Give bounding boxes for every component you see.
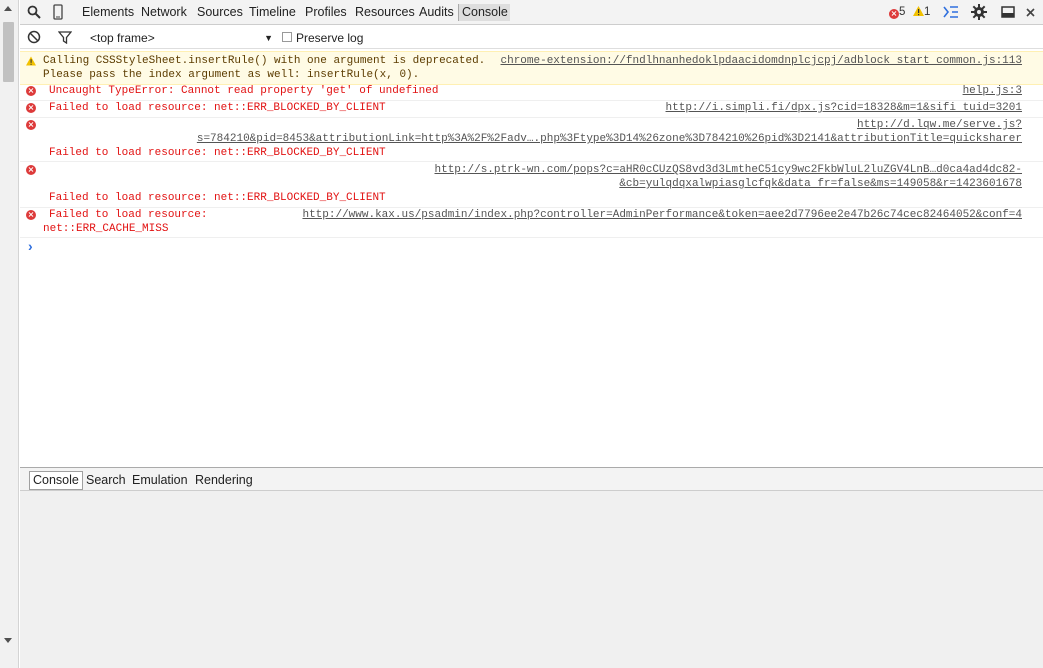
scroll-up-arrow-icon[interactable] xyxy=(4,6,12,11)
scrollbar-thumb[interactable] xyxy=(3,22,14,82)
show-drawer-icon[interactable] xyxy=(942,3,960,21)
error-count: 5 xyxy=(899,6,906,18)
tab-network[interactable]: Network xyxy=(141,5,187,20)
tab-sources[interactable]: Sources xyxy=(197,5,243,20)
dock-side-icon[interactable] xyxy=(999,3,1017,21)
frame-select[interactable]: <top frame> ▼ xyxy=(90,31,275,45)
console-message-error: × Failed to load resource: http://www.ka… xyxy=(20,207,1043,238)
console-toolbar: <top frame> ▼ Preserve log xyxy=(20,25,1043,49)
drawer-tab-emulation[interactable]: Emulation xyxy=(132,473,188,488)
console-message-warning: Calling CSSStyleSheet.insertRule() with … xyxy=(20,51,1043,85)
filter-icon[interactable] xyxy=(56,28,74,46)
drawer-tab-rendering[interactable]: Rendering xyxy=(195,473,253,488)
tab-elements[interactable]: Elements xyxy=(82,5,134,20)
close-icon[interactable] xyxy=(1021,3,1039,21)
source-link[interactable]: http://d.lqw.me/serve.js? xyxy=(857,118,1022,132)
error-count-badge[interactable]: × 5 xyxy=(889,5,905,20)
console-message-error: × http://d.lqw.me/serve.js? s=784210&pid… xyxy=(20,117,1043,162)
message-text: Please pass the index argument as well: … xyxy=(43,69,420,81)
message-text: Failed to load resource: net::ERR_BLOCKE… xyxy=(49,192,386,204)
console-message-error: × Failed to load resource: net::ERR_BLOC… xyxy=(20,100,1043,118)
scroll-down-arrow-icon[interactable] xyxy=(4,638,12,643)
tab-profiles[interactable]: Profiles xyxy=(305,5,347,20)
drawer-tab-console[interactable]: Console xyxy=(29,471,83,490)
console-prompt[interactable]: › xyxy=(28,238,33,254)
source-link[interactable]: help.js:3 xyxy=(963,84,1022,98)
error-icon: × xyxy=(26,165,36,175)
warning-icon xyxy=(913,6,924,16)
message-text: Calling CSSStyleSheet.insertRule() with … xyxy=(43,55,486,67)
source-link[interactable]: http://s.ptrk-wn.com/pops?c=aHR0cCUzQS8v… xyxy=(435,163,1023,177)
preserve-log-checkbox[interactable] xyxy=(282,32,292,42)
device-mode-icon[interactable] xyxy=(49,3,67,21)
tab-resources[interactable]: Resources xyxy=(355,5,415,20)
error-icon: × xyxy=(26,120,36,130)
preserve-log-label: Preserve log xyxy=(296,31,364,45)
drawer-tab-bar: Console Search Emulation Rendering xyxy=(20,467,1043,491)
console-messages: Calling CSSStyleSheet.insertRule() with … xyxy=(20,49,1043,467)
warning-icon xyxy=(26,56,36,66)
gear-icon[interactable] xyxy=(970,3,988,21)
source-link[interactable]: s=784210&pid=8453&attributionLink=http%3… xyxy=(197,132,1022,146)
chevron-down-icon: ▼ xyxy=(264,33,273,43)
source-link[interactable]: http://i.simpli.fi/dpx.js?cid=18328&m=1&… xyxy=(666,101,1022,115)
message-text: Failed to load resource: xyxy=(49,209,208,221)
error-icon: × xyxy=(26,210,36,220)
source-link[interactable]: &cb=yulqdqxalwpiasglcfqk&data fr=false&m… xyxy=(619,177,1022,191)
console-message-error: × Uncaught TypeError: Cannot read proper… xyxy=(20,83,1043,101)
drawer-tab-search[interactable]: Search xyxy=(86,473,126,488)
clear-console-icon[interactable] xyxy=(25,28,43,46)
warning-count-badge[interactable]: 1 xyxy=(913,5,930,20)
tab-timeline[interactable]: Timeline xyxy=(249,5,296,20)
warning-count: 1 xyxy=(924,6,931,18)
error-icon: × xyxy=(26,86,36,96)
vertical-scrollbar[interactable] xyxy=(0,0,19,668)
error-icon: × xyxy=(26,103,36,113)
devtools-toolbar: Elements Network Sources Timeline Profil… xyxy=(20,0,1043,25)
error-icon: × xyxy=(889,9,899,19)
frame-select-value: <top frame> xyxy=(90,31,155,45)
tab-console[interactable]: Console xyxy=(458,4,510,21)
tab-audits[interactable]: Audits xyxy=(419,5,454,20)
drawer-panel xyxy=(20,491,1043,668)
console-message-error: × http://s.ptrk-wn.com/pops?c=aHR0cCUzQS… xyxy=(20,161,1043,208)
message-text: Uncaught TypeError: Cannot read property… xyxy=(49,85,439,97)
message-text: Failed to load resource: net::ERR_BLOCKE… xyxy=(49,102,386,114)
search-icon[interactable] xyxy=(25,3,43,21)
message-text: Failed to load resource: net::ERR_BLOCKE… xyxy=(49,147,386,159)
source-link[interactable]: chrome-extension://fndlhnanhedoklpdaacid… xyxy=(501,54,1023,68)
source-link[interactable]: http://www.kax.us/psadmin/index.php?cont… xyxy=(302,208,1022,222)
message-text: net::ERR_CACHE_MISS xyxy=(43,223,169,235)
